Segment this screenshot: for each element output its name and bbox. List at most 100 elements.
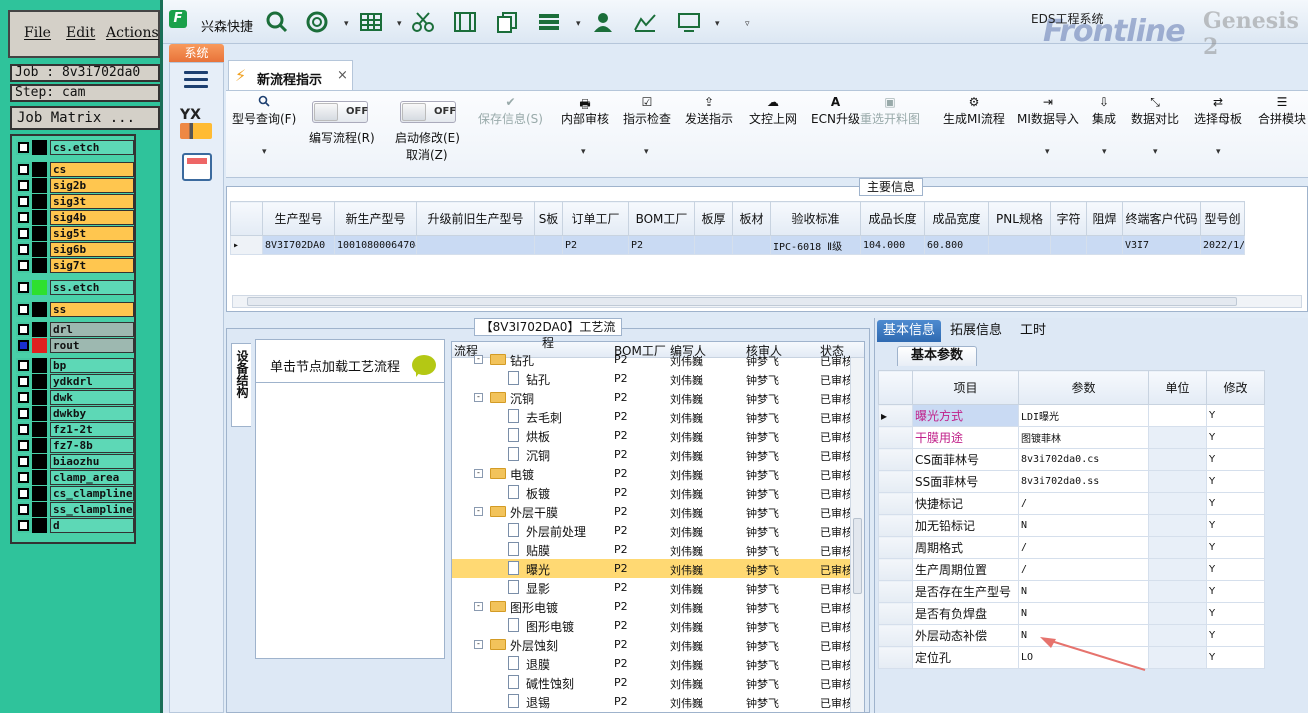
- tree-row[interactable]: - 外层蚀刻 P2 刘伟巍 钟梦飞 已审核: [452, 635, 852, 654]
- generate-mi-flow-button[interactable]: ⚙ 生成MI流程: [943, 95, 1005, 127]
- table-cell[interactable]: [732, 235, 771, 255]
- layer-row[interactable]: bp: [16, 358, 134, 373]
- table-cell[interactable]: [1086, 235, 1123, 255]
- row-indicator[interactable]: ▸: [230, 235, 263, 255]
- tree-row[interactable]: 显影 P2 刘伟巍 钟梦飞 已审核: [452, 578, 852, 597]
- layer-row[interactable]: dwkby: [16, 406, 134, 421]
- tree-row[interactable]: 烘板 P2 刘伟巍 钟梦飞 已审核: [452, 426, 852, 445]
- param-unit[interactable]: [1148, 514, 1207, 537]
- layer-row[interactable]: fz7-8b: [16, 438, 134, 453]
- collapse-icon[interactable]: -: [474, 602, 483, 611]
- param-unit[interactable]: [1148, 492, 1207, 515]
- table-cell[interactable]: IPC-6018 Ⅱ级: [770, 235, 861, 255]
- param-value[interactable]: N: [1018, 624, 1149, 647]
- layer-checkbox[interactable]: [18, 504, 29, 515]
- table-row[interactable]: 是否存在生产型号 N Y: [878, 580, 1265, 603]
- col-item[interactable]: 项目: [912, 370, 1019, 405]
- layer-row[interactable]: cs: [16, 162, 134, 177]
- layer-checkbox[interactable]: [18, 212, 29, 223]
- row-indicator[interactable]: [878, 646, 913, 669]
- tree-row[interactable]: 板镀 P2 刘伟巍 钟梦飞 已审核: [452, 483, 852, 502]
- tree-row[interactable]: - 沉铜 P2 刘伟巍 钟梦飞 已审核: [452, 388, 852, 407]
- table-row[interactable]: 生产周期位置 / Y: [878, 558, 1265, 581]
- calculator-icon[interactable]: [182, 153, 212, 181]
- layer-row[interactable]: drl: [16, 322, 134, 337]
- column-header[interactable]: 阻焊: [1086, 201, 1123, 236]
- layer-checkbox[interactable]: [18, 228, 29, 239]
- table-cell[interactable]: 60.800: [924, 235, 989, 255]
- layer-checkbox[interactable]: [18, 142, 29, 153]
- layer-checkbox[interactable]: [18, 440, 29, 451]
- user-icon[interactable]: [591, 11, 615, 33]
- param-modify[interactable]: Y: [1206, 448, 1265, 471]
- table-row[interactable]: 干膜用途 图镀菲林 Y: [878, 426, 1265, 449]
- menu-actions[interactable]: Actions: [106, 25, 159, 41]
- doc-upload-button[interactable]: ☁ 文控上网: [749, 95, 797, 127]
- param-unit[interactable]: [1148, 404, 1207, 427]
- tree-row[interactable]: - 钻孔 P2 刘伟巍 钟梦飞 已审核: [452, 350, 852, 369]
- param-unit[interactable]: [1148, 580, 1207, 603]
- collapse-icon[interactable]: -: [474, 469, 483, 478]
- table-cell[interactable]: [416, 235, 535, 255]
- node-tree-area[interactable]: [256, 382, 444, 658]
- row-indicator[interactable]: [878, 602, 913, 625]
- tree-row[interactable]: 贴膜 P2 刘伟巍 钟梦飞 已审核: [452, 540, 852, 559]
- layer-checkbox[interactable]: [18, 360, 29, 371]
- row-indicator[interactable]: [878, 558, 913, 581]
- tab-basic-params[interactable]: 基本参数: [897, 346, 977, 366]
- tree-row[interactable]: 沉铜 P2 刘伟巍 钟梦飞 已审核: [452, 445, 852, 464]
- copy-icon[interactable]: [495, 11, 519, 33]
- param-modify[interactable]: Y: [1206, 580, 1265, 603]
- param-modify[interactable]: Y: [1206, 602, 1265, 625]
- layer-row[interactable]: rout: [16, 338, 134, 353]
- instruction-check-button[interactable]: ☑ 指示检查: [623, 95, 671, 127]
- tab-new-flow[interactable]: ⚡ 新流程指示 ×: [228, 60, 353, 90]
- column-header[interactable]: 订单工厂: [562, 201, 629, 236]
- param-modify[interactable]: Y: [1206, 404, 1265, 427]
- row-indicator[interactable]: [878, 536, 913, 559]
- param-value[interactable]: /: [1018, 492, 1149, 515]
- table-cell[interactable]: [988, 235, 1051, 255]
- column-header[interactable]: 型号创: [1200, 201, 1245, 236]
- layer-checkbox[interactable]: [18, 260, 29, 271]
- query-model-button[interactable]: 型号查询(F): [232, 95, 296, 127]
- param-unit[interactable]: [1148, 646, 1207, 669]
- chevron-down-icon[interactable]: ▾: [1102, 147, 1107, 157]
- send-instruction-button[interactable]: ⇪ 发送指示: [685, 95, 733, 127]
- chevron-down-icon[interactable]: ▾: [581, 147, 586, 157]
- layer-checkbox[interactable]: [18, 488, 29, 499]
- layer-checkbox[interactable]: [18, 164, 29, 175]
- tab-extended-info[interactable]: 拓展信息: [947, 320, 1005, 342]
- layer-checkbox[interactable]: [18, 408, 29, 419]
- tree-row[interactable]: 去毛刺 P2 刘伟巍 钟梦飞 已审核: [452, 407, 852, 426]
- row-indicator[interactable]: [878, 492, 913, 515]
- layer-checkbox[interactable]: [18, 424, 29, 435]
- layer-row[interactable]: sig4b: [16, 210, 134, 225]
- column-header[interactable]: 字符: [1050, 201, 1087, 236]
- tree-row[interactable]: 钻孔 P2 刘伟巍 钟梦飞 已审核: [452, 369, 852, 388]
- tree-row[interactable]: 图形电镀 P2 刘伟巍 钟梦飞 已审核: [452, 616, 852, 635]
- layer-checkbox[interactable]: [18, 324, 29, 335]
- column-header[interactable]: PNL规格: [988, 201, 1051, 236]
- collapse-icon[interactable]: -: [474, 355, 483, 364]
- layer-checkbox[interactable]: [18, 340, 29, 351]
- edit-flow-toggle[interactable]: OFF: [312, 101, 368, 123]
- menu-edit[interactable]: Edit: [66, 25, 95, 41]
- layer-row[interactable]: cs_clampline: [16, 486, 134, 501]
- collapse-icon[interactable]: -: [474, 640, 483, 649]
- table-cell[interactable]: 8V3I702DA0: [262, 235, 335, 255]
- layer-checkbox[interactable]: [18, 472, 29, 483]
- save-info-button[interactable]: ✔ 保存信息(S): [478, 95, 543, 127]
- param-value[interactable]: 8v3i702da0.cs: [1018, 448, 1149, 471]
- chart-icon[interactable]: [633, 11, 657, 33]
- merge-module-button[interactable]: ☰ 合拼模块: [1258, 95, 1306, 127]
- row-indicator[interactable]: [878, 624, 913, 647]
- column-header[interactable]: 板材: [732, 201, 771, 236]
- tree-row[interactable]: 曝光 P2 刘伟巍 钟梦飞 已审核: [452, 559, 852, 578]
- internal-review-button[interactable]: 🖶 内部审核: [561, 95, 609, 127]
- column-header[interactable]: 成品宽度: [924, 201, 989, 236]
- param-modify[interactable]: Y: [1206, 624, 1265, 647]
- param-value[interactable]: LO: [1018, 646, 1149, 669]
- tab-work-hours[interactable]: 工时: [1013, 320, 1053, 342]
- hamburger-menu-icon[interactable]: [184, 71, 208, 89]
